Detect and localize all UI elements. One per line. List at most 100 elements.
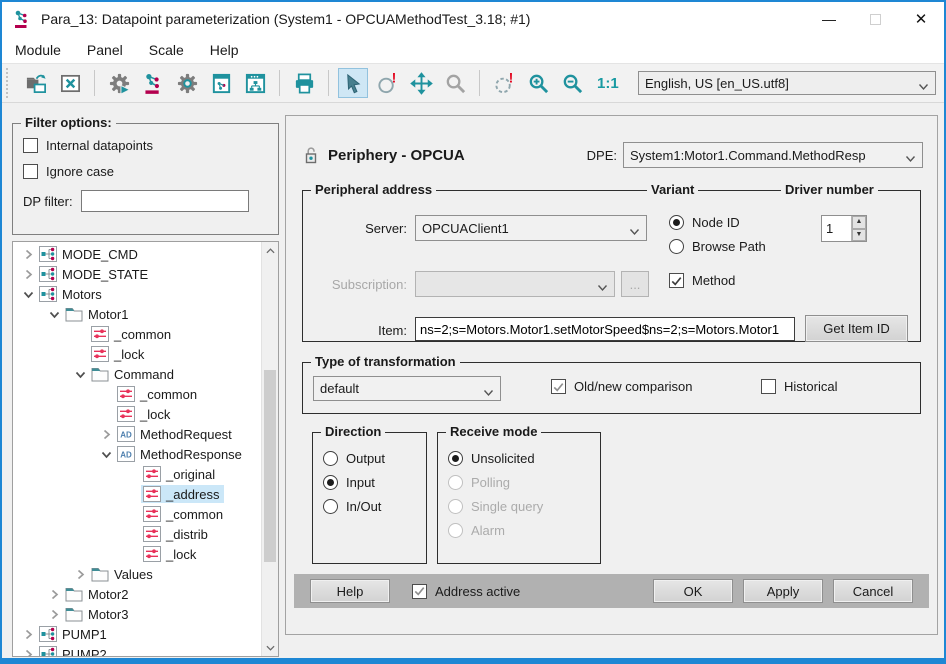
historical-checkbox[interactable]	[761, 379, 776, 394]
tree-item-pump2[interactable]: PUMP2	[13, 644, 261, 657]
zoom-ratio-label[interactable]: 1:1	[597, 75, 619, 92]
para-module-icon[interactable]	[138, 68, 168, 98]
tree-item-address[interactable]: _address	[13, 484, 261, 504]
receive-option-unsolicited[interactable]: Unsolicited	[448, 451, 600, 466]
tree-item-distrib[interactable]: _distrib	[13, 524, 261, 544]
chevron-right-icon[interactable]	[19, 246, 37, 262]
dp-filter-input[interactable]	[81, 190, 249, 212]
transformation-select[interactable]: default	[313, 376, 501, 401]
menu-item-help[interactable]: Help	[210, 42, 239, 58]
scroll-up-arrow[interactable]	[262, 242, 278, 259]
internal-datapoints-checkbox[interactable]	[23, 138, 38, 153]
ignore-case-checkbox[interactable]	[23, 164, 38, 179]
spinner-up-button[interactable]: ▲	[852, 216, 866, 229]
radio-button[interactable]	[323, 499, 338, 514]
toolbar-grip[interactable]	[6, 68, 11, 98]
tree-item-original[interactable]: _original	[13, 464, 261, 484]
tree-item-lock[interactable]: _lock	[13, 544, 261, 564]
minimize-button[interactable]: —	[806, 2, 852, 36]
settings-gear-icon[interactable]	[172, 68, 202, 98]
chevron-right-icon[interactable]	[19, 646, 37, 657]
help-button[interactable]: Help	[310, 579, 390, 603]
ignore-case-row[interactable]: Ignore case	[23, 164, 268, 179]
menu-item-module[interactable]: Module	[15, 42, 61, 58]
language-select[interactable]: English, US [en_US.utf8]	[638, 71, 936, 95]
historical-row[interactable]: Historical	[761, 379, 837, 394]
tree-item-methodrequest[interactable]: ADMethodRequest	[13, 424, 261, 444]
radio-button[interactable]	[323, 475, 338, 490]
tree-item-methodresponse[interactable]: ADMethodResponse	[13, 444, 261, 464]
tree-item-motor1[interactable]: Motor1	[13, 304, 261, 324]
close-button[interactable]: ✕	[898, 2, 944, 36]
close-module-icon[interactable]	[55, 68, 85, 98]
radio-button[interactable]	[669, 215, 684, 230]
tree-item-motors[interactable]: Motors	[13, 284, 261, 304]
server-select[interactable]: OPCUAClient1	[415, 215, 647, 241]
move-tool-icon[interactable]	[406, 68, 436, 98]
tree-item-common[interactable]: _common	[13, 324, 261, 344]
chevron-right-icon[interactable]	[19, 266, 37, 282]
reload-alert-icon[interactable]: !	[489, 68, 519, 98]
panel-navigator-icon[interactable]	[206, 68, 236, 98]
driver-number-spinner[interactable]: 1 ▲ ▼	[821, 215, 867, 242]
tree-item-command[interactable]: Command	[13, 364, 261, 384]
chevron-right-icon[interactable]	[45, 586, 63, 602]
menu-item-scale[interactable]: Scale	[149, 42, 184, 58]
direction-option-input[interactable]: Input	[323, 475, 426, 490]
open-module-icon[interactable]	[21, 68, 51, 98]
svg-text:!: !	[508, 72, 512, 86]
update-alert-icon[interactable]: !	[372, 68, 402, 98]
oldnew-checkbox[interactable]	[551, 379, 566, 394]
ok-button[interactable]: OK	[653, 579, 733, 603]
direction-option-in-out[interactable]: In/Out	[323, 499, 426, 514]
scroll-down-arrow[interactable]	[262, 639, 278, 656]
variant-option-browse-path[interactable]: Browse Path	[669, 239, 766, 254]
get-item-id-button[interactable]: Get Item ID	[805, 315, 908, 342]
engineering-gear-icon[interactable]	[104, 68, 134, 98]
tree-item-mode-cmd[interactable]: MODE_CMD	[13, 244, 261, 264]
chevron-right-icon[interactable]	[45, 606, 63, 622]
cancel-button[interactable]: Cancel	[833, 579, 913, 603]
maximize-button[interactable]	[852, 2, 898, 36]
radio-button[interactable]	[669, 239, 684, 254]
tree-item-mode-state[interactable]: MODE_STATE	[13, 264, 261, 284]
tree-scrollbar[interactable]	[261, 242, 278, 656]
panel-topology-icon[interactable]	[240, 68, 270, 98]
direction-option-output[interactable]: Output	[323, 451, 426, 466]
variant-option-node-id[interactable]: Node ID	[669, 215, 766, 230]
tree-item-motor3[interactable]: Motor3	[13, 604, 261, 624]
chevron-expanded-icon[interactable]	[71, 366, 89, 382]
chevron-expanded-icon[interactable]	[45, 306, 63, 322]
internal-datapoints-row[interactable]: Internal datapoints	[23, 138, 268, 153]
radio-button[interactable]	[323, 451, 338, 466]
tree-item-lock[interactable]: _lock	[13, 404, 261, 424]
chevron-right-icon[interactable]	[71, 566, 89, 582]
tree-item-values[interactable]: Values	[13, 564, 261, 584]
tree-item-common[interactable]: _common	[13, 384, 261, 404]
tree-item-common[interactable]: _common	[13, 504, 261, 524]
menu-item-panel[interactable]: Panel	[87, 42, 123, 58]
address-active-row[interactable]: Address active	[412, 584, 520, 599]
method-row[interactable]: Method	[669, 273, 735, 288]
chevron-right-icon[interactable]	[19, 626, 37, 642]
item-input[interactable]	[415, 317, 795, 341]
tree-item-pump1[interactable]: PUMP1	[13, 624, 261, 644]
scrollbar-thumb[interactable]	[264, 370, 276, 562]
chevron-expanded-icon[interactable]	[97, 446, 115, 462]
apply-button[interactable]: Apply	[743, 579, 823, 603]
method-checkbox[interactable]	[669, 273, 684, 288]
chevron-right-icon[interactable]	[97, 426, 115, 442]
select-tool-icon[interactable]	[338, 68, 368, 98]
address-active-checkbox[interactable]	[412, 584, 427, 599]
spinner-down-button[interactable]: ▼	[852, 229, 866, 242]
tree-item-motor2[interactable]: Motor2	[13, 584, 261, 604]
oldnew-row[interactable]: Old/new comparison	[551, 379, 693, 394]
zoom-out-icon[interactable]	[557, 68, 587, 98]
print-icon[interactable]	[289, 68, 319, 98]
radio-button[interactable]	[448, 451, 463, 466]
tree-item-lock[interactable]: _lock	[13, 344, 261, 364]
zoom-in-icon[interactable]	[523, 68, 553, 98]
dpe-select[interactable]: System1:Motor1.Command.MethodResp	[623, 142, 923, 168]
chevron-expanded-icon[interactable]	[19, 286, 37, 302]
radio-button	[448, 499, 463, 514]
